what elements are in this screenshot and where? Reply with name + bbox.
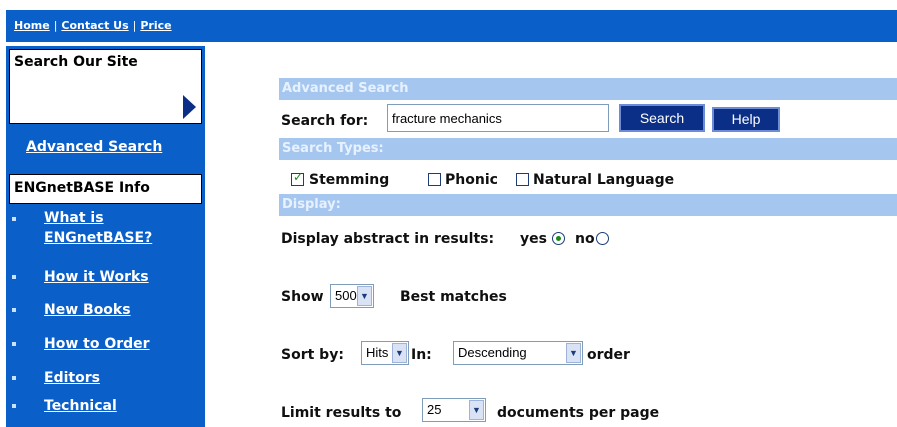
radio-selected-dot <box>556 236 561 241</box>
advanced-search-form: Advanced Search Search for: Search Help … <box>279 78 897 427</box>
search-go-arrow-icon[interactable] <box>183 95 196 119</box>
contact-us-link[interactable]: Contact Us <box>61 19 128 32</box>
natural-language-label: Natural Language <box>533 172 675 188</box>
search-button[interactable]: Search <box>619 104 705 132</box>
bullet-icon <box>12 376 16 380</box>
site-search-input[interactable] <box>15 92 181 122</box>
bullet-icon <box>12 404 16 408</box>
stemming-checkbox[interactable]: ✓ <box>291 170 304 186</box>
abstract-no-label: no <box>575 231 595 247</box>
select-value: Hits <box>366 345 389 360</box>
select-value: 500 <box>335 288 357 303</box>
chevron-down-icon: ▼ <box>357 286 372 306</box>
display-abstract-label: Display abstract in results: <box>281 231 495 247</box>
documents-per-page-label: documents per page <box>497 405 660 421</box>
editors-link[interactable]: Editors <box>44 367 100 389</box>
natural-language-checkbox[interactable] <box>516 173 529 186</box>
limit-results-label: Limit results to <box>281 405 402 421</box>
chevron-down-icon: ▼ <box>392 343 407 363</box>
nav-separator: | <box>53 19 58 32</box>
sort-by-label: Sort by: <box>281 347 344 363</box>
sort-by-select[interactable]: Hits ▼ <box>361 341 409 365</box>
help-button[interactable]: Help <box>712 107 780 132</box>
results-per-page-select[interactable]: 25 ▼ <box>422 398 486 422</box>
sort-order-select[interactable]: Descending ▼ <box>453 341 583 365</box>
sidebar: Search Our Site Advanced Search ENGnetBA… <box>6 46 205 427</box>
section-search-types: Search Types: <box>279 138 897 160</box>
site-search-title: Search Our Site <box>14 54 138 70</box>
bullet-icon <box>12 342 16 346</box>
phonic-checkbox[interactable] <box>428 173 441 186</box>
how-it-works-link[interactable]: How it Works <box>44 266 149 288</box>
order-label: order <box>587 347 630 363</box>
search-query-input[interactable] <box>387 104 609 132</box>
engnetbase-info-heading: ENGnetBASE Info <box>9 174 202 204</box>
section-advanced-search: Advanced Search <box>279 78 897 100</box>
info-title: ENGnetBASE Info <box>14 180 150 196</box>
checkmark-icon: ✓ <box>293 170 304 184</box>
link-line: ENGnetBASE? <box>44 230 153 246</box>
bullet-icon <box>12 275 16 279</box>
chevron-down-icon: ▼ <box>469 400 484 420</box>
show-label: Show <box>281 289 324 305</box>
chevron-down-icon: ▼ <box>566 343 581 363</box>
advanced-search-link[interactable]: Advanced Search <box>26 139 162 155</box>
show-count-select[interactable]: 500 ▼ <box>330 284 374 308</box>
what-is-engnetbase-link[interactable]: What is ENGnetBASE? <box>44 208 152 248</box>
abstract-no-radio[interactable] <box>596 232 609 245</box>
abstract-yes-radio[interactable] <box>552 232 565 245</box>
select-value: 25 <box>427 402 442 417</box>
top-nav: Home | Contact Us | Price <box>14 19 172 32</box>
home-link[interactable]: Home <box>14 19 50 32</box>
nav-separator: | <box>132 19 137 32</box>
abstract-yes-label: yes <box>520 231 547 247</box>
top-bar: Home | Contact Us | Price <box>0 0 897 46</box>
phonic-label: Phonic <box>445 172 498 188</box>
how-to-order-link[interactable]: How to Order <box>44 333 150 355</box>
in-label: In: <box>411 347 432 363</box>
stemming-label: Stemming <box>309 172 390 188</box>
search-for-label: Search for: <box>281 113 369 129</box>
select-value: Descending <box>458 345 527 360</box>
price-link[interactable]: Price <box>140 19 171 32</box>
technical-link[interactable]: Technical <box>44 395 117 417</box>
bullet-icon <box>12 308 16 312</box>
new-books-link[interactable]: New Books <box>44 299 131 321</box>
best-matches-label: Best matches <box>400 289 507 305</box>
link-line: What is <box>44 210 104 226</box>
bullet-icon <box>12 217 16 221</box>
section-display: Display: <box>279 194 897 216</box>
